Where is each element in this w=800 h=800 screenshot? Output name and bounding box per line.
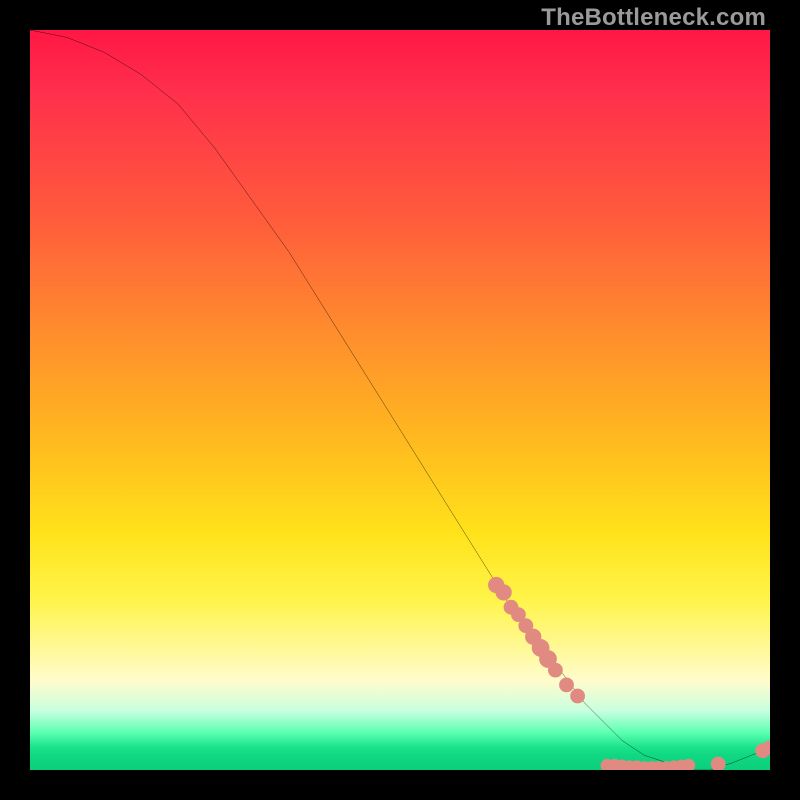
cluster-point — [548, 663, 563, 678]
bottleneck-curve — [30, 30, 770, 770]
plot-area — [30, 30, 770, 770]
cluster-point — [559, 678, 574, 693]
watermark-label: TheBottleneck.com — [541, 4, 766, 32]
cluster-point — [495, 584, 511, 600]
cluster-point — [711, 757, 726, 770]
cluster-point — [570, 689, 585, 704]
chart-stage: TheBottleneck.com — [0, 0, 800, 800]
curve-layer — [30, 30, 770, 770]
data-markers — [488, 577, 770, 770]
